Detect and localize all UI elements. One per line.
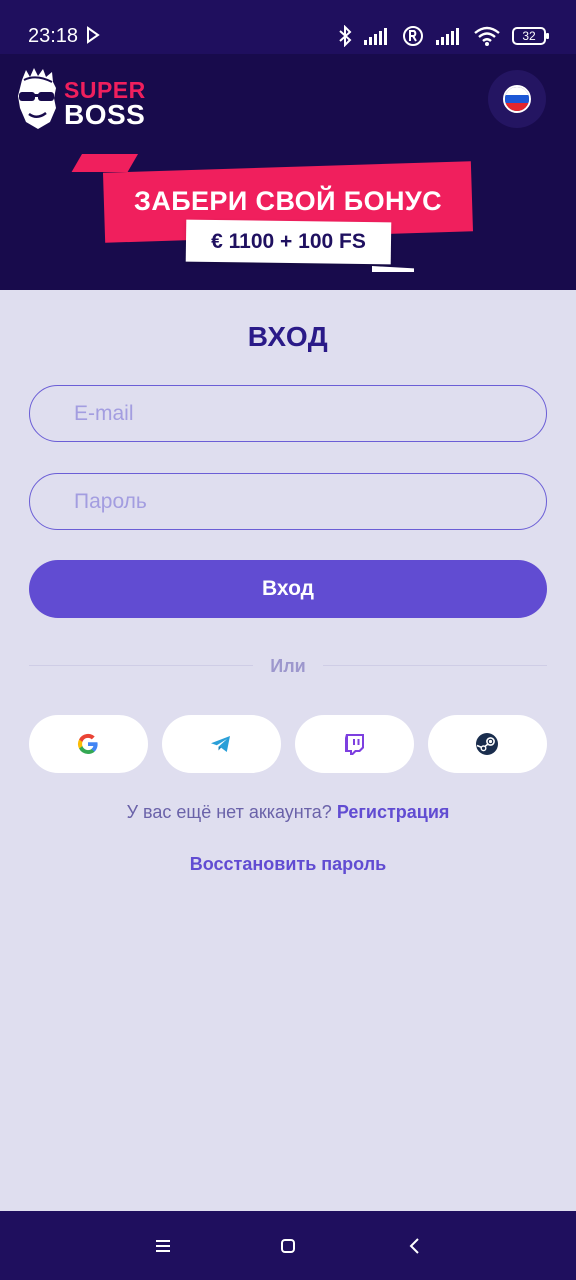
social-login-row <box>29 715 547 773</box>
register-prompt: У вас ещё нет аккаунта? Регистрация <box>0 800 576 824</box>
bluetooth-icon <box>339 25 352 47</box>
signal-icon-2 <box>436 28 459 45</box>
google-login-button[interactable] <box>29 715 148 773</box>
banner-tab <box>71 154 138 172</box>
russian-flag-icon <box>503 85 531 113</box>
telegram-login-button[interactable] <box>162 715 281 773</box>
divider-text: Или <box>270 656 306 676</box>
site-header: SUPER BOSS ЗАБЕРИ СВОЙ БОНУС € 1100 + 10… <box>0 54 576 290</box>
restore-password-link[interactable]: Восстановить пароль <box>0 852 576 876</box>
menu-icon[interactable] <box>152 1235 174 1257</box>
back-icon[interactable] <box>404 1235 426 1257</box>
banner-title: ЗАБЕРИ СВОЙ БОНУС <box>134 186 442 216</box>
google-icon <box>77 733 98 754</box>
divider-line-right <box>323 665 547 666</box>
page-title: ВХОД <box>247 321 329 352</box>
system-nav-bar <box>0 1211 576 1280</box>
password-field[interactable] <box>29 473 547 530</box>
language-button[interactable] <box>488 70 546 128</box>
logo[interactable]: SUPER BOSS <box>16 68 146 130</box>
steam-login-button[interactable] <box>428 715 547 773</box>
banner-stripe <box>372 266 414 272</box>
twitch-icon <box>345 734 364 755</box>
wifi-icon <box>474 26 500 46</box>
status-icons: 32 <box>338 23 549 49</box>
register-link[interactable]: Регистрация <box>337 802 450 822</box>
telegram-icon <box>211 736 230 752</box>
play-store-icon <box>87 26 100 44</box>
bonus-banner[interactable]: ЗАБЕРИ СВОЙ БОНУС € 1100 + 100 FS <box>71 154 474 284</box>
email-field[interactable] <box>29 385 547 442</box>
home-icon[interactable] <box>277 1235 299 1257</box>
logo-boss: BOSS <box>64 99 146 130</box>
banner-amount: € 1100 + 100 FS <box>211 230 366 253</box>
divider: Или <box>29 652 547 680</box>
status-time: 23:18 <box>28 25 79 47</box>
register-prompt-text: У вас ещё нет аккаунта? <box>126 802 332 822</box>
status-bar: 23:18 32 <box>0 0 576 54</box>
signal-icon <box>364 28 387 45</box>
twitch-login-button[interactable] <box>295 715 414 773</box>
battery-indicator: 32 <box>512 27 549 45</box>
login-button[interactable]: Вход <box>29 560 547 618</box>
boss-face-icon <box>18 68 56 129</box>
steam-icon <box>476 733 498 755</box>
roaming-icon <box>403 26 423 46</box>
